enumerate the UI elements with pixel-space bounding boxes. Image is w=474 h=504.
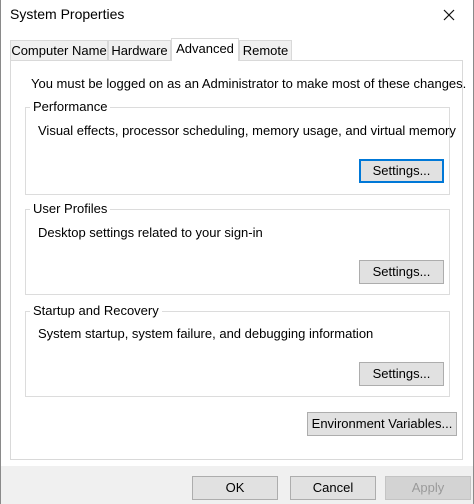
user-profiles-group: User Profiles Desktop settings related t… [25, 201, 450, 295]
ok-button[interactable]: OK [192, 476, 278, 500]
button-label: Cancel [312, 480, 354, 495]
performance-settings-button[interactable]: Settings... [359, 159, 444, 183]
button-label: OK [225, 480, 245, 495]
user-profiles-description: Desktop settings related to your sign-in [38, 225, 263, 240]
system-properties-window: System Properties Computer Name Hardware… [0, 0, 474, 504]
tab-remote[interactable]: Remote [239, 40, 292, 60]
tab-label: Remote [242, 43, 289, 58]
cancel-button[interactable]: Cancel [290, 476, 376, 500]
user-profiles-title: User Profiles [30, 201, 111, 216]
close-button[interactable] [437, 3, 461, 27]
close-icon [437, 3, 461, 27]
tab-label: Hardware [111, 43, 168, 58]
apply-button[interactable]: Apply [385, 476, 471, 500]
user-profiles-settings-button[interactable]: Settings... [359, 260, 444, 284]
button-label: Environment Variables... [311, 416, 453, 431]
startup-recovery-title: Startup and Recovery [30, 303, 162, 318]
startup-recovery-settings-button[interactable]: Settings... [359, 362, 444, 386]
performance-group: Performance Visual effects, processor sc… [25, 99, 456, 195]
tab-label: Advanced [176, 41, 234, 56]
advanced-tab-panel: You must be logged on as an Administrato… [10, 60, 467, 460]
dialog-footer: OK Cancel Apply [1, 466, 473, 504]
tab-label: Computer Name [11, 43, 107, 58]
admin-note: You must be logged on as an Administrato… [31, 76, 467, 91]
window-title: System Properties [10, 6, 125, 22]
tab-hardware[interactable]: Hardware [108, 40, 171, 60]
button-label: Settings... [372, 163, 431, 178]
performance-description: Visual effects, processor scheduling, me… [38, 123, 456, 138]
button-label: Apply [411, 480, 445, 495]
button-label: Settings... [372, 264, 431, 279]
startup-recovery-description: System startup, system failure, and debu… [38, 326, 374, 341]
tab-advanced[interactable]: Advanced [171, 38, 239, 61]
tab-computer-name[interactable]: Computer Name [10, 40, 108, 60]
performance-title: Performance [30, 99, 111, 114]
startup-recovery-group: Startup and Recovery System startup, sys… [25, 303, 450, 397]
button-label: Settings... [372, 366, 431, 381]
title-bar: System Properties [1, 0, 473, 30]
environment-variables-button[interactable]: Environment Variables... [307, 412, 457, 436]
